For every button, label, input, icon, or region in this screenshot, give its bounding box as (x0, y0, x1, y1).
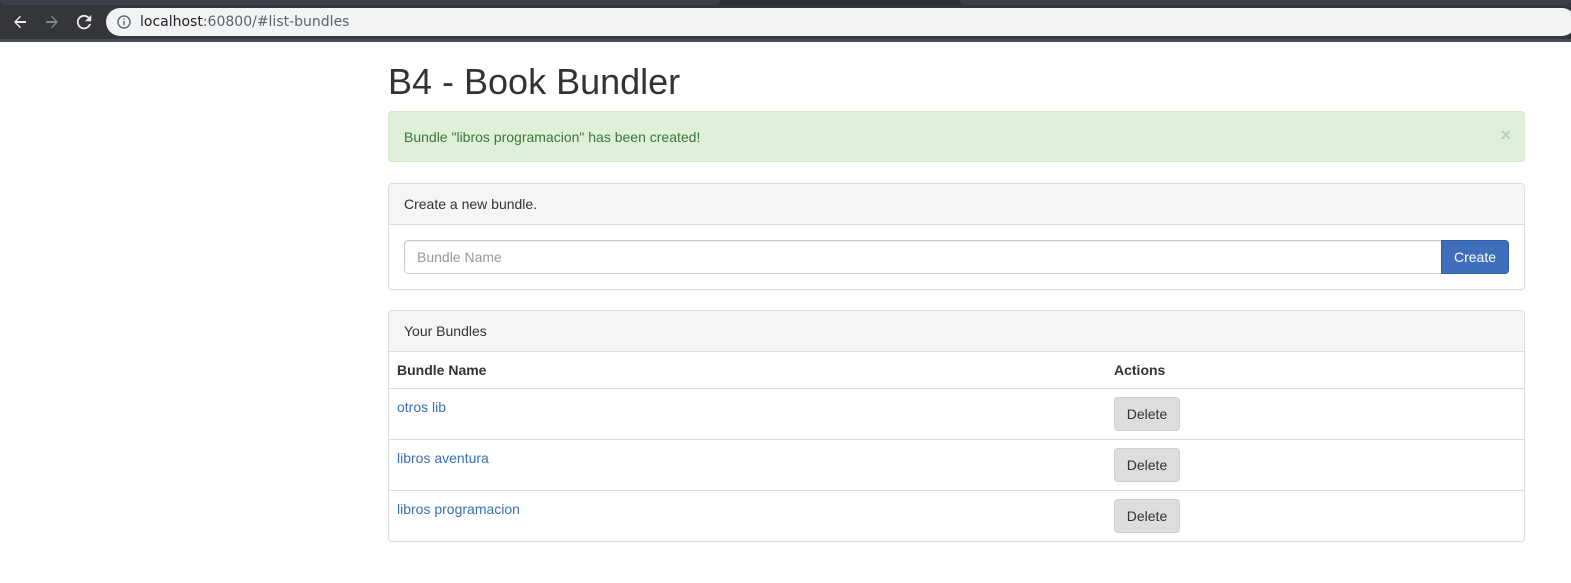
actions-cell: Delete (1106, 388, 1524, 440)
bundle-link[interactable]: libros programacion (397, 501, 520, 517)
browser-toolbar: localhost:60800/#list-bundles (0, 5, 1571, 39)
page-title: B4 - Book Bundler (388, 61, 681, 102)
success-alert: Bundle "libros programacion" has been cr… (388, 111, 1525, 162)
bundles-panel-title: Your Bundles (404, 323, 487, 339)
bundle-name-cell: libros aventura (389, 439, 1106, 491)
forward-button[interactable] (38, 8, 66, 36)
bundles-table: Bundle Name Actions otros lib Delete lib… (389, 352, 1524, 541)
column-header-actions: Actions (1106, 352, 1524, 389)
bundle-name-input[interactable] (404, 240, 1441, 274)
url-path: :60800/#list-bundles (202, 14, 350, 30)
bundles-panel: Your Bundles Bundle Name Actions otros l… (388, 310, 1525, 542)
table-row: libros programacion Delete (389, 491, 1524, 542)
create-input-group: Create (404, 240, 1509, 274)
back-button[interactable] (6, 8, 34, 36)
delete-button[interactable]: Delete (1114, 499, 1180, 533)
create-bundle-panel: Create a new bundle. Create (388, 183, 1525, 290)
close-icon[interactable]: × (1500, 126, 1511, 144)
delete-button[interactable]: Delete (1114, 397, 1180, 431)
table-row: otros lib Delete (389, 388, 1524, 440)
delete-button[interactable]: Delete (1114, 448, 1180, 482)
actions-cell: Delete (1106, 491, 1524, 542)
bundle-link[interactable]: libros aventura (397, 450, 489, 466)
create-button[interactable]: Create (1441, 240, 1509, 274)
reload-icon (76, 14, 92, 30)
reload-button[interactable] (70, 8, 98, 36)
url-text: localhost:60800/#list-bundles (140, 14, 349, 30)
bundle-name-cell: otros lib (389, 388, 1106, 440)
actions-cell: Delete (1106, 439, 1524, 491)
info-icon[interactable] (116, 14, 132, 30)
bundle-name-cell: libros programacion (389, 491, 1106, 542)
bundle-link[interactable]: otros lib (397, 399, 446, 415)
bundles-panel-heading: Your Bundles (389, 311, 1524, 352)
forward-arrow-icon (46, 15, 58, 29)
table-header-row: Bundle Name Actions (389, 352, 1524, 389)
column-header-bundle-name: Bundle Name (389, 352, 1106, 389)
back-arrow-icon (14, 15, 26, 29)
url-host: localhost (140, 14, 203, 30)
alert-message: Bundle "libros programacion" has been cr… (404, 128, 701, 145)
create-panel-title: Create a new bundle. (404, 196, 538, 212)
address-bar[interactable]: localhost:60800/#list-bundles (106, 8, 1571, 36)
table-row: libros aventura Delete (389, 439, 1524, 491)
create-panel-heading: Create a new bundle. (389, 184, 1524, 225)
toolbar-divider (0, 39, 1571, 42)
